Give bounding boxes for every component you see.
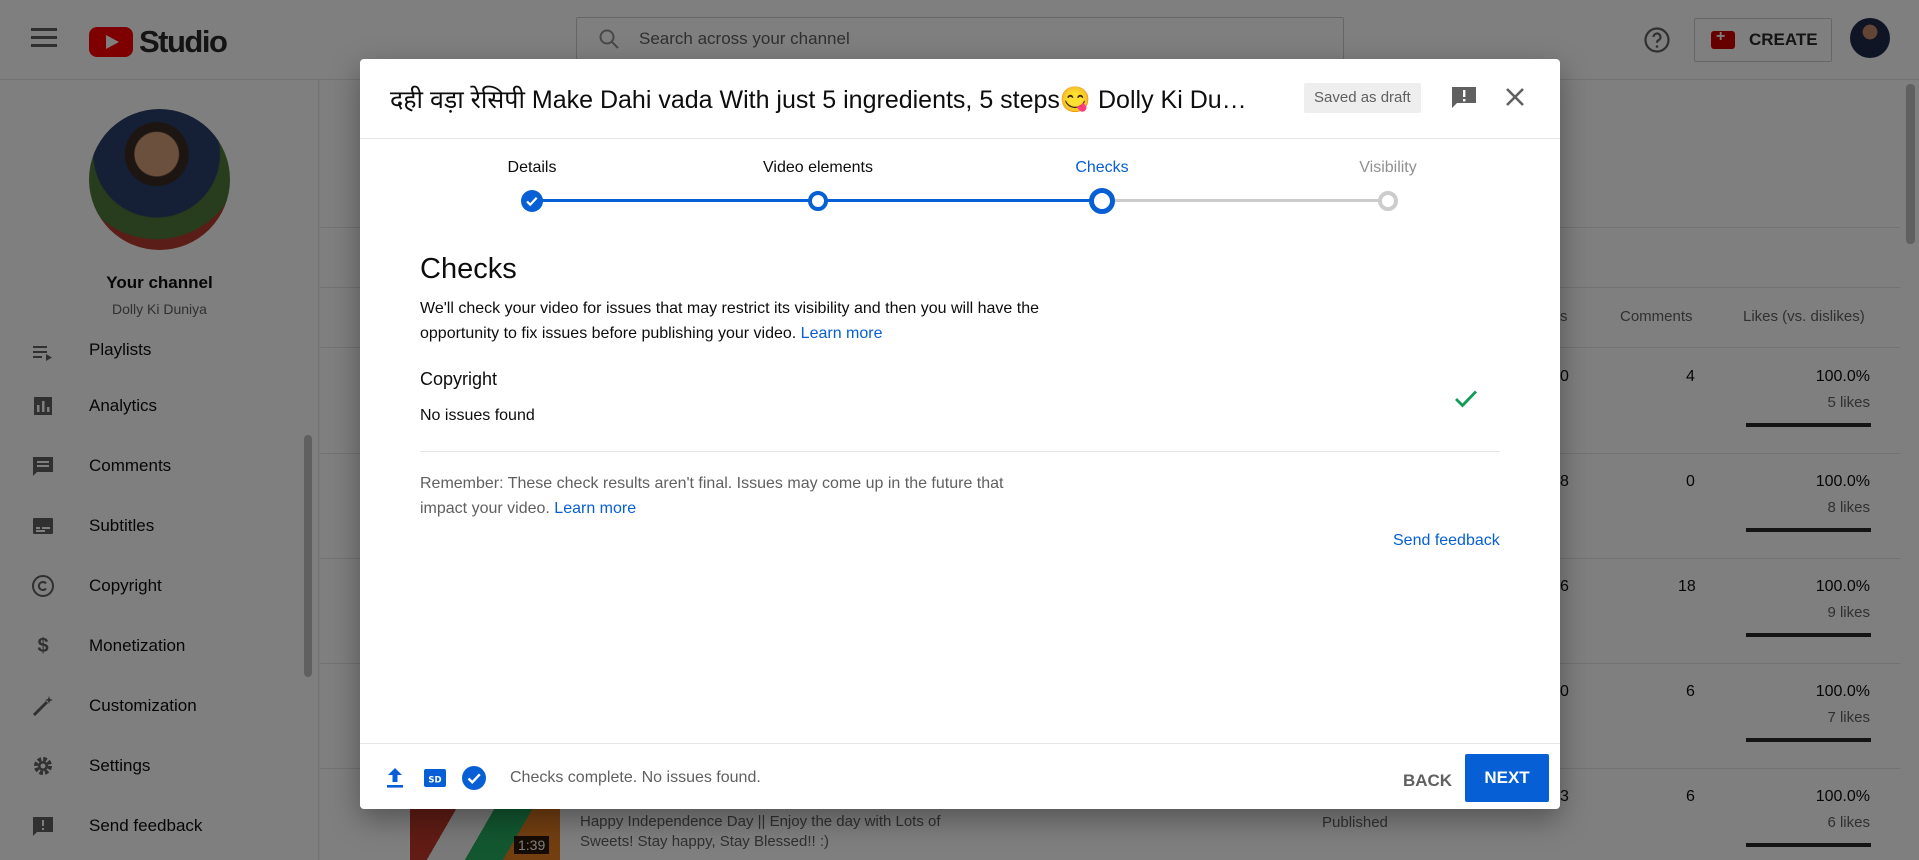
step-video-elements-dot[interactable] [808, 191, 828, 211]
learn-more-link[interactable]: Learn more [554, 500, 636, 517]
step-checks-dot[interactable] [1089, 188, 1115, 214]
divider [420, 451, 1500, 452]
step-video-elements-label[interactable]: Video elements [763, 159, 873, 177]
learn-more-link[interactable]: Learn more [801, 325, 883, 342]
svg-text:SD: SD [428, 776, 441, 786]
step-details-check-icon[interactable] [521, 190, 543, 212]
upload-icon[interactable] [382, 765, 408, 791]
checks-disclaimer: Remember: These check results aren't fin… [420, 471, 1040, 521]
step-visibility-label[interactable]: Visibility [1359, 159, 1417, 177]
close-icon[interactable] [1502, 84, 1528, 110]
send-feedback-link[interactable]: Send feedback [1393, 532, 1500, 550]
copyright-check-title: Copyright [420, 369, 498, 389]
saved-draft-badge: Saved as draft [1304, 83, 1421, 113]
step-details-label[interactable]: Details [508, 159, 557, 177]
checks-heading: Checks [420, 253, 517, 285]
checks-complete-icon[interactable] [461, 765, 487, 791]
step-visibility-dot[interactable] [1378, 191, 1398, 211]
feedback-icon[interactable] [1451, 86, 1477, 108]
checks-disclaimer-text: Remember: These check results aren't fin… [420, 475, 1004, 517]
checks-description: We'll check your video for issues that m… [420, 296, 1080, 346]
progress-line-remaining [1102, 199, 1382, 202]
next-button[interactable]: NEXT [1465, 754, 1549, 802]
upload-dialog: दही वड़ा रेसिपी Make Dahi vada With just… [360, 59, 1560, 809]
checks-complete-status: Checks complete. No issues found. [510, 769, 761, 786]
upload-stepper: Details Video elements Checks Visibility [360, 139, 1560, 229]
step-checks-label[interactable]: Checks [1075, 159, 1128, 177]
divider [360, 743, 1560, 744]
checks-description-text: We'll check your video for issues that m… [420, 300, 1040, 342]
back-button[interactable]: BACK [1395, 759, 1460, 803]
dialog-title: दही वड़ा रेसिपी Make Dahi vada With just… [390, 86, 1250, 114]
copyright-check-status: No issues found [420, 407, 535, 424]
sd-quality-icon[interactable]: SD [422, 765, 448, 791]
check-icon [1455, 390, 1478, 408]
